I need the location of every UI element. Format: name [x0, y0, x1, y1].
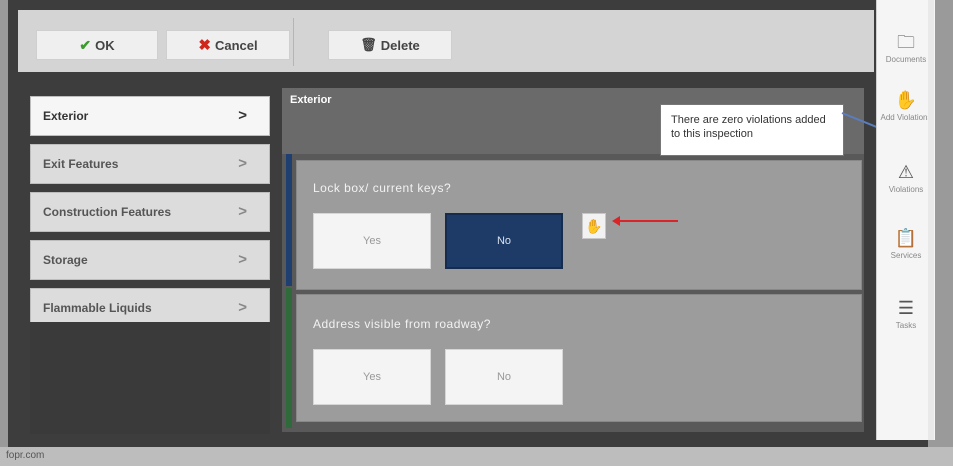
cancel-button[interactable]: ✖ Cancel — [166, 30, 290, 60]
delete-button[interactable]: 🗑 Delete — [328, 30, 452, 60]
chevron-right-icon: > — [238, 107, 247, 124]
answer-label: Yes — [363, 235, 381, 247]
add-violation-icon[interactable]: ✋ — [582, 213, 606, 239]
toolbar: ✔ OK ✖ Cancel 🗑 Delete — [18, 10, 874, 72]
question-card: Address visible from roadway? Yes No — [296, 294, 862, 422]
tasks-icon: ☰ — [897, 298, 915, 318]
status-bar: fopr.com — [0, 447, 953, 466]
nav-item-exterior[interactable]: Exterior > — [30, 96, 270, 136]
warning-icon: ⚠ — [897, 162, 915, 182]
ok-label: OK — [95, 37, 115, 53]
checkmark-icon: ✔ — [79, 36, 92, 53]
rail-label: Tasks — [895, 321, 917, 330]
ok-button[interactable]: ✔ OK — [36, 30, 158, 60]
hand-icon: ✋ — [894, 90, 918, 110]
tooltip-text: There are zero violations added to this … — [671, 114, 826, 140]
answer-yes-button[interactable]: Yes — [313, 213, 431, 269]
nav-item-label: Flammable Liquids — [43, 301, 152, 315]
chevron-right-icon: > — [238, 155, 247, 172]
nav-item-label: Construction Features — [43, 205, 172, 219]
answer-label: No — [496, 371, 512, 383]
scrollbar[interactable] — [928, 0, 934, 440]
annotation-arrow-head — [612, 216, 620, 226]
answer-yes-button[interactable]: Yes — [313, 349, 431, 405]
right-rail: 🗀 Documents ✋ Add Violations ⚠ Violation… — [876, 0, 935, 440]
chevron-right-icon: > — [238, 251, 247, 268]
answer-label: No — [496, 235, 512, 247]
section-nav: Exterior > Exit Features > Construction … — [30, 96, 270, 336]
trash-icon: 🗑 — [360, 37, 377, 52]
question-card: Lock box/ current keys? Yes No ✋ — [296, 160, 862, 290]
nav-empty-area — [30, 322, 270, 434]
chevron-right-icon: > — [238, 299, 247, 316]
cancel-label: Cancel — [214, 37, 258, 53]
nav-item-label: Exterior — [43, 109, 89, 123]
rail-item-services[interactable]: 📋 Services — [877, 226, 935, 260]
rail-label: Add Violations — [880, 113, 932, 122]
footer-text: fopr.com — [6, 450, 45, 461]
rail-label: Services — [890, 251, 922, 260]
question-text: Lock box/ current keys? — [313, 181, 452, 195]
nav-item-label: Storage — [43, 253, 88, 267]
chevron-right-icon: > — [238, 203, 247, 220]
clipboard-icon: 📋 — [894, 228, 918, 248]
rail-label: Violations — [888, 185, 924, 194]
rail-item-tasks[interactable]: ☰ Tasks — [877, 296, 935, 330]
answer-label: Yes — [363, 371, 381, 383]
answered-indicator — [286, 154, 292, 286]
rail-item-violations[interactable]: ⚠ Violations — [877, 160, 935, 194]
annotation-arrow — [618, 220, 678, 222]
answer-no-button[interactable]: No — [445, 349, 563, 405]
nav-item-construction-features[interactable]: Construction Features > — [30, 192, 270, 232]
violations-tooltip: There are zero violations added to this … — [660, 104, 844, 156]
nav-item-exit-features[interactable]: Exit Features > — [30, 144, 270, 184]
nav-item-label: Exit Features — [43, 157, 119, 171]
rail-item-documents[interactable]: 🗀 Documents — [877, 30, 935, 64]
section-indicator — [286, 288, 292, 428]
toolbar-divider — [293, 18, 294, 66]
rail-label: Documents — [885, 55, 927, 64]
answer-no-button[interactable]: No — [445, 213, 563, 269]
nav-item-storage[interactable]: Storage > — [30, 240, 270, 280]
folder-icon: 🗀 — [897, 32, 915, 52]
delete-label: Delete — [380, 37, 420, 53]
close-icon: ✖ — [198, 37, 211, 54]
question-text: Address visible from roadway? — [313, 317, 491, 331]
rail-item-add-violations[interactable]: ✋ Add Violations — [877, 88, 935, 122]
section-title: Exterior — [290, 94, 332, 106]
